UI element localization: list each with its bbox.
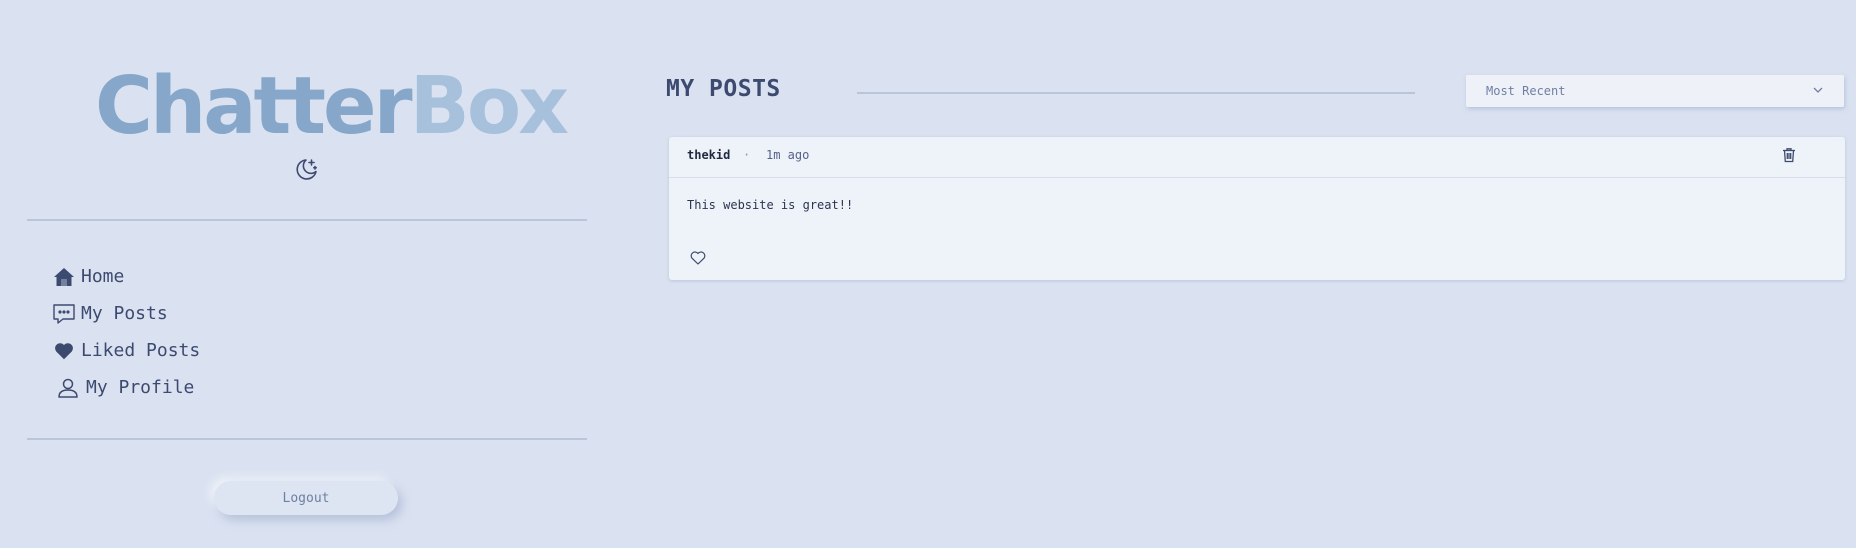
sidebar: ChatterBox Home My Posts Liked Posts My … <box>0 0 614 548</box>
trash-icon[interactable] <box>1780 146 1798 164</box>
page-title: MY POSTS <box>666 76 781 102</box>
sidebar-item-liked-posts[interactable]: Liked Posts <box>52 332 200 369</box>
logo-part-1: Chatter <box>95 60 413 152</box>
moon-stars-icon[interactable] <box>293 155 321 183</box>
title-divider <box>857 92 1415 94</box>
sidebar-divider-top <box>27 219 587 221</box>
sidebar-item-label: Liked Posts <box>81 340 201 361</box>
post-timestamp: 1m ago <box>766 148 810 162</box>
sidebar-item-label: Home <box>81 266 125 287</box>
heart-icon <box>52 339 76 363</box>
sidebar-divider-bottom <box>27 438 587 440</box>
chevron-down-icon <box>1812 84 1824 99</box>
post-author[interactable]: thekid <box>687 148 730 162</box>
sidebar-item-my-profile[interactable]: My Profile <box>52 369 200 406</box>
post-card: thekid · 1m ago This website is great!! <box>669 137 1845 280</box>
logo-part-2: Box <box>409 60 569 152</box>
heart-outline-icon[interactable] <box>689 249 707 267</box>
chat-bubble-icon <box>52 302 76 326</box>
sidebar-item-home[interactable]: Home <box>52 258 200 295</box>
post-separator: · <box>743 148 751 162</box>
sidebar-item-label: My Profile <box>86 377 195 398</box>
home-icon <box>52 265 76 289</box>
sidebar-nav: Home My Posts Liked Posts My Profile <box>52 258 200 406</box>
post-content: This website is great!! <box>687 198 854 212</box>
sort-dropdown[interactable]: Most Recent <box>1466 75 1844 107</box>
logout-button[interactable]: Logout <box>214 481 398 515</box>
sidebar-item-my-posts[interactable]: My Posts <box>52 295 200 332</box>
sidebar-item-label: My Posts <box>81 303 168 324</box>
post-header: thekid · 1m ago <box>669 137 1845 178</box>
app-logo[interactable]: ChatterBox <box>95 60 569 152</box>
page: ChatterBox Home My Posts Liked Posts My … <box>0 0 1856 548</box>
sort-selected-value: Most Recent <box>1486 84 1566 98</box>
user-icon <box>56 376 80 400</box>
